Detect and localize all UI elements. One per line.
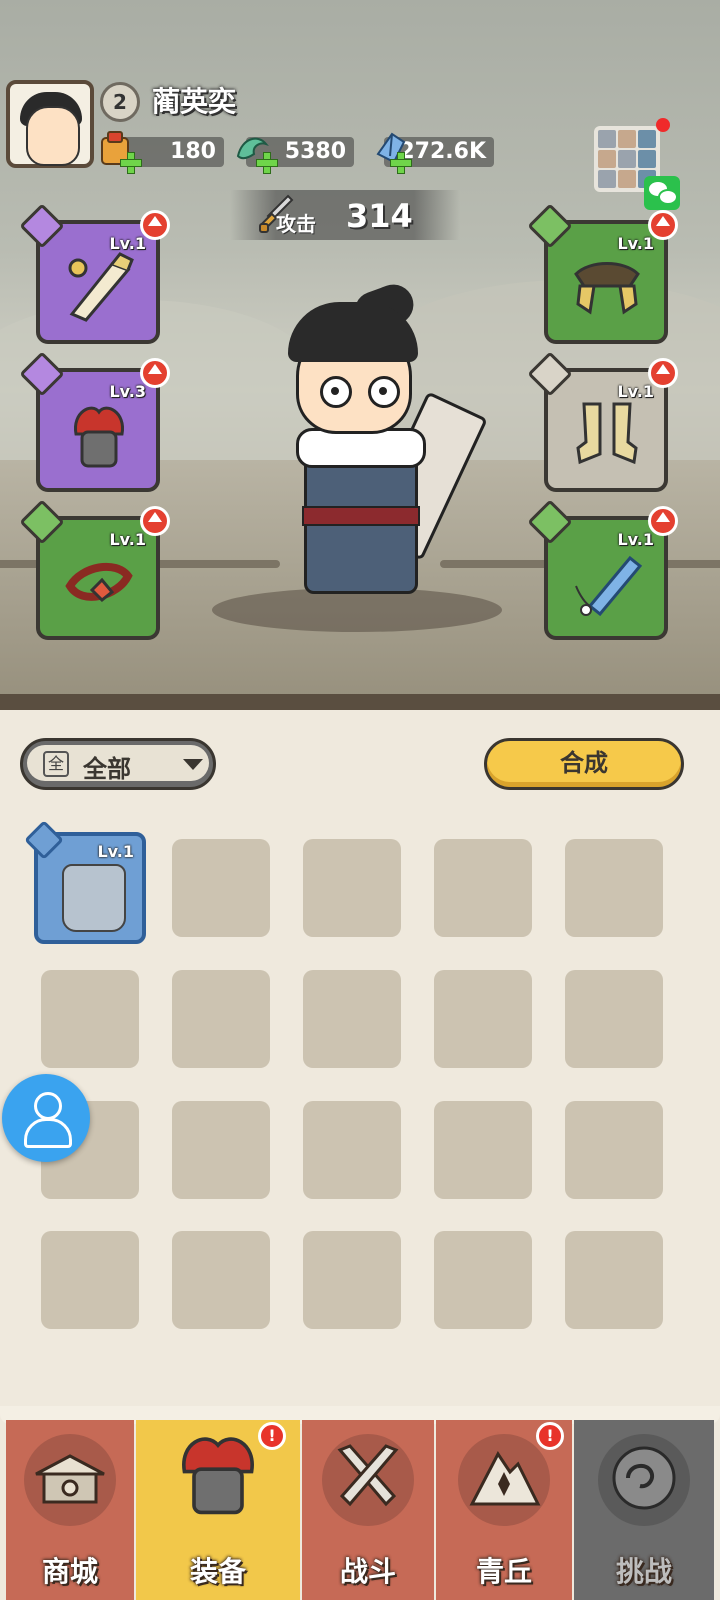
inventory-slot[interactable] [303,839,401,937]
equip-level: Lv.1 [617,234,654,253]
inventory-slot[interactable] [565,1101,663,1199]
shoulder-guard-icon [574,262,640,315]
jade-pendant-icon [575,555,643,617]
inventory-slot[interactable] [434,970,532,1068]
resource-value: 272.6K [399,139,486,164]
inventory-slot[interactable] [303,1101,401,1199]
inventory-slot[interactable] [172,839,270,937]
add-scrolls-icon[interactable] [120,152,142,174]
helmet-icon [182,1437,254,1515]
inventory-slot[interactable] [434,839,532,937]
inventory-slot[interactable] [303,1231,401,1329]
item-level: Lv.1 [97,842,134,861]
filter-label: 全部 [83,755,131,783]
mountain-icon [469,1451,541,1506]
equip-slot-armor[interactable]: Lv.3 [19,351,170,492]
resource-value: 180 [170,139,216,164]
add-crystal-icon[interactable] [390,152,412,174]
red-helmet-icon [74,406,124,468]
equip-level: Lv.3 [109,382,146,401]
upgrade-arrow-icon[interactable] [140,358,170,388]
inventory-slot[interactable] [303,970,401,1068]
hero-belt [302,506,420,526]
tab-shop[interactable]: 商城 [6,1420,134,1600]
tab-label: 青丘 [475,1555,532,1588]
upgrade-arrow-icon[interactable] [648,210,678,240]
inventory-slot[interactable] [565,1231,663,1329]
tab-equipment[interactable]: ! 装备 [136,1420,300,1600]
hero-eye [320,376,352,408]
ice-helmet-icon [62,864,126,932]
tab-label: 装备 [189,1555,246,1588]
hero-shadow [212,588,502,632]
category-filter-dropdown[interactable]: 全 全部 [20,738,216,790]
notification-dot [656,118,670,132]
scene-edge [0,694,720,710]
attack-label: 攻击 [276,212,316,236]
inventory-slot[interactable] [172,970,270,1068]
attack-value: 314 [346,197,413,235]
golden-greaves-icon [576,402,638,465]
pagoda-icon [35,1454,105,1504]
hero-character [212,278,502,632]
tab-label: 战斗 [339,1555,396,1588]
inventory-slot[interactable] [41,970,139,1068]
upgrade-arrow-icon[interactable] [140,506,170,536]
red-sash-icon [65,563,133,603]
wechat-icon[interactable] [644,176,680,210]
equip-slot-belt[interactable]: Lv.1 [19,499,170,640]
inventory-slot[interactable] [434,1101,532,1199]
tab-battle[interactable]: 战斗 [302,1420,434,1600]
upgrade-arrow-icon[interactable] [140,210,170,240]
user-icon [34,1092,62,1120]
avatar-face [26,106,80,166]
alert-badge: ! [536,1422,564,1450]
equip-slot-accessory[interactable]: Lv.1 [527,499,678,640]
inventory-item-ice-helmet[interactable]: Lv.1 [24,820,146,944]
tab-label: 商城 [41,1555,98,1588]
floating-user-button[interactable] [2,1074,90,1162]
resource-value: 5380 [284,139,346,164]
filter-category-icon: 全 [43,751,69,777]
upgrade-arrow-icon[interactable] [648,506,678,536]
inventory-slot[interactable] [172,1101,270,1199]
add-jade-icon[interactable] [256,152,278,174]
upgrade-arrow-icon[interactable] [648,358,678,388]
tab-label: 挑战 [615,1555,672,1588]
crossed-swords-icon [337,1444,399,1507]
equip-slot-weapon[interactable]: Lv.1 [19,203,170,344]
equip-level: Lv.1 [109,530,146,549]
hero-eye [368,376,400,408]
inventory-slot[interactable] [565,970,663,1068]
fan-weapon-icon [68,252,134,322]
equip-slot-shoulder[interactable]: Lv.1 [527,203,678,344]
alert-badge: ! [258,1422,286,1450]
armor-type-icon [24,820,64,860]
equip-slot-boots[interactable]: Lv.1 [527,351,678,492]
inventory-slot[interactable] [41,1231,139,1329]
tab-qingqiu[interactable]: ! 青丘 [436,1420,572,1600]
player-level-badge: 2 [100,82,140,122]
chevron-down-icon [183,759,203,770]
inventory-slot[interactable] [565,839,663,937]
equip-level: Lv.1 [617,382,654,401]
hero-scarf [296,428,426,468]
synthesize-button[interactable]: 合成 [484,738,684,790]
inventory-slot[interactable] [434,1231,532,1329]
equip-level: Lv.1 [617,530,654,549]
tab-challenge[interactable]: 挑战 [574,1420,714,1600]
equip-level: Lv.1 [109,234,146,253]
inventory-slot[interactable] [172,1231,270,1329]
player-name: 蔺英奕 [152,85,237,118]
player-avatar[interactable] [6,80,94,168]
user-icon-body [24,1118,72,1148]
swirl-orb-icon [612,1446,676,1510]
